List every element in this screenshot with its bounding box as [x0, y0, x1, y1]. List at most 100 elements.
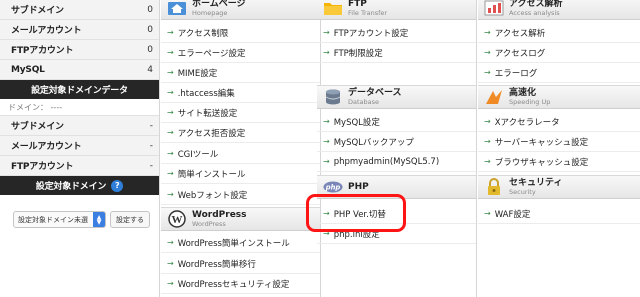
sidebar: サブドメイン 0 メールアカウント 0 FTPアカウント 0 MySQL 4 設… [0, 0, 160, 297]
menu-item-error-page[interactable]: → エラーページ設定 [161, 43, 320, 63]
menu-item-label: 簡単インストール [177, 169, 246, 180]
stat-label: サブドメイン [11, 122, 64, 132]
arrow-icon: → [484, 117, 491, 126]
menu-item-mysql-backup[interactable]: → MySQLバックアップ [317, 132, 476, 152]
menu-item-label: エラーログ [494, 68, 538, 79]
menu-item-wp-migration[interactable]: → WordPress簡単移行 [161, 254, 320, 274]
menu-item-label: WordPress簡単移行 [177, 259, 256, 270]
menu-item-label: MySQLバックアップ [333, 137, 414, 148]
menu-item-label: .htaccess編集 [177, 88, 235, 99]
menu-item-wp-easy-install[interactable]: → WordPress簡単インストール [161, 233, 320, 253]
home-icon [167, 0, 187, 17]
section-subtitle: Database [348, 97, 380, 106]
domain-stat-row-mail-account: メールアカウント - [0, 136, 159, 156]
menu-item-web-font[interactable]: → Webフォント設定 [161, 185, 320, 205]
help-icon[interactable]: ? [111, 179, 124, 192]
menu-item-label: ブラウザキャッシュ設定 [494, 157, 589, 168]
menu-item-label: アクセス拒否設定 [177, 128, 246, 139]
menu-item-mime[interactable]: → MIME設定 [161, 63, 320, 83]
section-title: セキュリティ [509, 177, 563, 188]
arrow-icon: → [167, 238, 174, 247]
section-title: ホームページ [192, 0, 246, 9]
speed-icon [484, 88, 504, 106]
domain-stat-row-ftp-account: FTPアカウント - [0, 156, 159, 176]
stat-value: 0 [147, 44, 153, 55]
section-header-access-analysis: アクセス解析 Access analysis [478, 0, 640, 20]
section-title: FTP [348, 0, 367, 9]
set-domain-button[interactable]: 設定する [110, 211, 150, 228]
arrow-icon: → [323, 48, 330, 57]
arrow-icon: → [323, 137, 330, 146]
section-title: データベース [348, 87, 402, 98]
svg-text:W: W [172, 214, 183, 226]
stat-value: 4 [147, 64, 153, 75]
menu-item-access-log[interactable]: → アクセスログ [478, 43, 640, 63]
section-header-database: データベース Database [317, 85, 476, 109]
menu-item-label: サーバーキャッシュ設定 [494, 137, 589, 148]
stat-value: 0 [147, 4, 153, 15]
menu-item-label: FTP制限設定 [333, 48, 383, 59]
section-title: PHP [348, 181, 369, 192]
menu-item-label: アクセス解析 [494, 28, 546, 39]
section-header-wordpress: W WordPress WordPress [161, 207, 320, 231]
menu-item-easy-install[interactable]: → 簡単インストール [161, 164, 320, 184]
stat-value: - [149, 160, 153, 171]
arrow-icon: → [167, 88, 174, 97]
arrow-icon: → [167, 48, 174, 57]
menu-item-access-deny[interactable]: → アクセス拒否設定 [161, 123, 320, 143]
arrow-icon: → [484, 48, 491, 57]
domain-data-title: 設定対象ドメインデータ [0, 80, 159, 99]
menu-item-ftp-restriction[interactable]: → FTP制限設定 [317, 43, 476, 63]
domain-select-area: 設定対象ドメイン未選 ▲ ▼ 設定する [0, 195, 159, 228]
highlight-annotation [306, 194, 406, 232]
menu-item-server-cache[interactable]: → サーバーキャッシュ設定 [478, 132, 640, 152]
stat-label: サブドメイン [11, 6, 64, 16]
column-ftp: FTP File Transfer → FTPアカウント設定 → FTP制限設定 デ… [317, 0, 477, 297]
menu-item-browser-cache[interactable]: → ブラウザキャッシュ設定 [478, 152, 640, 172]
stat-label: FTPアカウント [11, 46, 74, 56]
menu-item-access-analysis[interactable]: → アクセス解析 [478, 23, 640, 43]
menu-item-label: WordPress簡単インストール [177, 238, 290, 249]
menu-item-waf[interactable]: → WAF設定 [478, 204, 640, 224]
menu-item-mysql-settings[interactable]: → MySQL設定 [317, 112, 476, 132]
arrow-icon: → [167, 279, 174, 288]
menu-item-label: アクセスログ [494, 48, 546, 59]
stat-label: FTPアカウント [11, 162, 74, 172]
arrow-icon: → [167, 149, 174, 158]
stat-row-subdomain: サブドメイン 0 [0, 0, 159, 20]
section-subtitle: Speeding Up [509, 97, 551, 106]
wordpress-icon: W [167, 210, 187, 228]
current-domain-label: ドメイン： ---- [0, 99, 159, 116]
menu-item-label: アクセス制限 [177, 28, 229, 39]
menu-item-error-log[interactable]: → エラーログ [478, 63, 640, 83]
menu-item-wp-security[interactable]: → WordPressセキュリティ設定 [161, 274, 320, 294]
menu-item-label: MIME設定 [177, 68, 218, 79]
target-domain-label: 設定対象ドメイン [35, 182, 107, 192]
stat-value: 0 [147, 24, 153, 35]
database-icon [323, 88, 343, 106]
menu-item-phpmyadmin[interactable]: → phpmyadmin(MySQL5.7) [317, 152, 476, 172]
arrow-icon: → [484, 157, 491, 166]
target-domain-title: 設定対象ドメイン ? [0, 176, 159, 195]
section-title: アクセス解析 [509, 0, 563, 9]
arrow-icon: → [484, 137, 491, 146]
stat-value: - [149, 120, 153, 131]
menu-item-label: Webフォント設定 [177, 190, 248, 201]
domain-stat-row-subdomain: サブドメイン - [0, 116, 159, 136]
select-arrows-icon: ▲ ▼ [93, 212, 105, 227]
menu-item-access-restriction[interactable]: → アクセス制限 [161, 23, 320, 43]
menu-item-x-accelerator[interactable]: → Xアクセラレータ [478, 112, 640, 132]
arrow-icon: → [323, 157, 330, 166]
section-header-security: セキュリティ Security [478, 175, 640, 199]
menu-item-ftp-account[interactable]: → FTPアカウント設定 [317, 23, 476, 43]
menu-item-site-forward[interactable]: → サイト転送設定 [161, 103, 320, 123]
menu-item-label: エラーページ設定 [177, 48, 246, 59]
column-homepage: ホームページ Homepage → アクセス制限 → エラーページ設定 → MIME設… [161, 0, 321, 297]
menu-item-htaccess[interactable]: → .htaccess編集 [161, 83, 320, 103]
menu-item-cgi-tool[interactable]: → CGIツール [161, 144, 320, 164]
domain-select[interactable]: 設定対象ドメイン未選 ▲ ▼ [13, 211, 106, 228]
menu-item-label: Xアクセラレータ [494, 117, 560, 128]
section-title: 高速化 [509, 87, 537, 98]
section-subtitle: Access analysis [509, 8, 560, 17]
section-subtitle: WordPress [192, 219, 226, 228]
